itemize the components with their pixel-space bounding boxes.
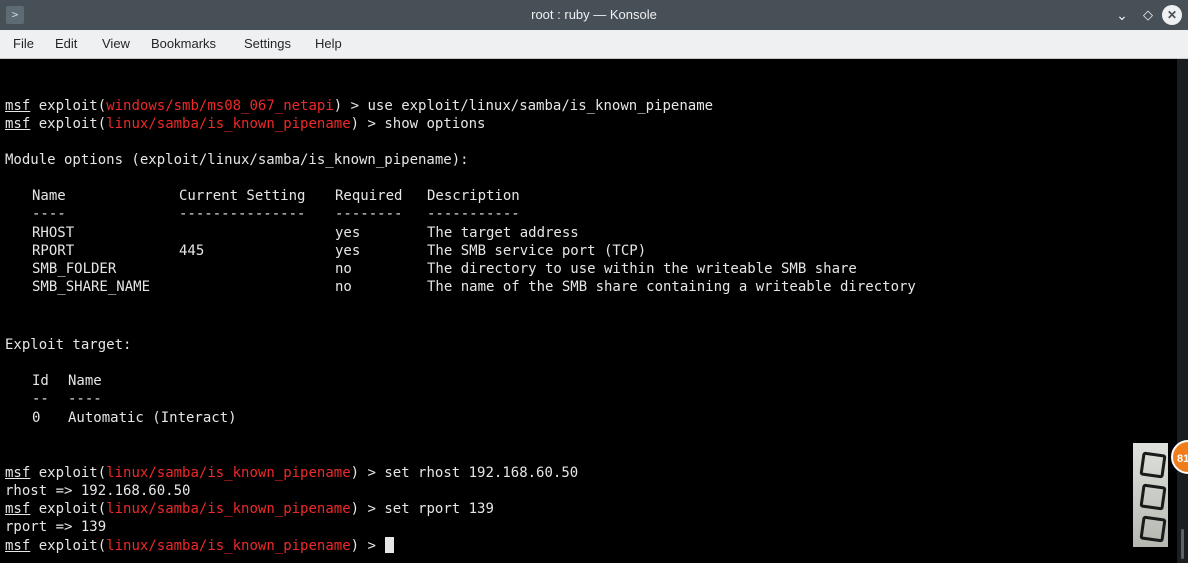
options-header-current-setting: Current Setting xyxy=(179,188,306,204)
option-name: SMB_SHARE_NAME xyxy=(32,279,151,295)
options-table-separator: ---- --------------- -------- ----------… xyxy=(5,205,520,223)
menu-file[interactable]: File xyxy=(13,30,34,58)
command-text: use exploit/linux/samba/is_known_pipenam… xyxy=(367,98,714,114)
calligraphy-mark xyxy=(1139,515,1167,543)
msf-prompt: msf xyxy=(5,465,31,481)
option-name: SMB_FOLDER xyxy=(32,261,117,277)
close-icon[interactable]: ✕ xyxy=(1162,5,1182,25)
prompt-line: msf exploit(linux/samba/is_known_pipenam… xyxy=(5,465,579,481)
calligraphy-mark xyxy=(1139,451,1167,479)
option-required: no xyxy=(335,261,352,277)
window-title: root : ruby — Konsole xyxy=(531,7,657,22)
menu-settings[interactable]: Settings xyxy=(244,30,291,58)
module-path: linux/samba/is_known_pipename xyxy=(106,538,351,554)
module-path: linux/samba/is_known_pipename xyxy=(106,465,351,481)
msf-prompt: msf xyxy=(5,98,31,114)
options-header-required: Required xyxy=(335,188,403,204)
command-output: rhost => 192.168.60.50 xyxy=(5,483,191,499)
option-name: RPORT xyxy=(32,243,75,259)
target-header-id: Id xyxy=(32,373,49,389)
prompt-line: msf exploit(linux/samba/is_known_pipenam… xyxy=(5,116,486,132)
option-description: The directory to use within the writeabl… xyxy=(427,261,857,277)
prompt-line: msf exploit(linux/samba/is_known_pipenam… xyxy=(5,501,494,517)
separator: ----------- xyxy=(427,206,520,222)
module-options-heading: Module options (exploit/linux/samba/is_k… xyxy=(5,152,469,168)
separator: -- xyxy=(32,391,49,407)
option-required: no xyxy=(335,279,352,295)
exploit-word: exploit xyxy=(38,116,98,132)
calligraphy-widget[interactable] xyxy=(1133,443,1168,547)
maximize-icon[interactable]: ◇ xyxy=(1138,5,1158,25)
scrollbar-thumb[interactable] xyxy=(1181,529,1184,559)
target-header-name: Name xyxy=(68,373,102,389)
options-header-name: Name xyxy=(32,188,66,204)
option-required: yes xyxy=(335,225,361,241)
command-output: rport => 139 xyxy=(5,519,107,535)
text-cursor xyxy=(385,537,395,553)
table-row: 0 Automatic (Interact) xyxy=(5,409,237,427)
options-table-header: Name Current Setting Required Descriptio… xyxy=(5,187,520,205)
terminal-scrollbar[interactable] xyxy=(1177,59,1188,563)
terminal-output[interactable]: msf exploit(windows/smb/ms08_067_netapi)… xyxy=(0,59,1177,563)
option-description: The name of the SMB share containing a w… xyxy=(427,279,916,295)
target-table-separator: -- ---- xyxy=(5,390,102,408)
option-current-setting: 445 xyxy=(179,243,205,259)
separator: ---- xyxy=(68,391,102,407)
options-header-description: Description xyxy=(427,188,520,204)
menu-help[interactable]: Help xyxy=(315,30,342,58)
exploit-word: exploit xyxy=(38,501,98,517)
exploit-word: exploit xyxy=(38,465,98,481)
module-path: windows/smb/ms08_067_netapi xyxy=(106,98,334,114)
module-path: linux/samba/is_known_pipename xyxy=(106,501,351,517)
table-row: SMB_FOLDER no The directory to use withi… xyxy=(5,260,857,278)
target-table-header: Id Name xyxy=(5,372,102,390)
option-name: RHOST xyxy=(32,225,75,241)
menu-edit[interactable]: Edit xyxy=(55,30,77,58)
menu-bookmarks[interactable]: Bookmarks xyxy=(151,30,216,58)
separator: --------------- xyxy=(179,206,306,222)
calligraphy-mark xyxy=(1139,483,1167,511)
option-description: The target address xyxy=(427,225,579,241)
table-row: RHOST yes The target address xyxy=(5,224,579,242)
exploit-target-heading: Exploit target: xyxy=(5,337,132,353)
menu-bar: File Edit View Bookmarks Settings Help xyxy=(0,30,1188,59)
table-row: RPORT 445 yes The SMB service port (TCP) xyxy=(5,242,646,260)
command-text: set rhost 192.168.60.50 xyxy=(384,465,579,481)
prompt-line: msf exploit(windows/smb/ms08_067_netapi)… xyxy=(5,98,714,114)
separator: -------- xyxy=(335,206,403,222)
table-row: SMB_SHARE_NAME no The name of the SMB sh… xyxy=(5,278,916,296)
msf-prompt: msf xyxy=(5,538,31,554)
exploit-word: exploit xyxy=(38,538,98,554)
minimize-icon[interactable]: ⌄ xyxy=(1112,5,1132,25)
exploit-word: exploit xyxy=(38,98,98,114)
active-prompt-line[interactable]: msf exploit(linux/samba/is_known_pipenam… xyxy=(5,537,395,555)
option-description: The SMB service port (TCP) xyxy=(427,243,647,259)
separator: ---- xyxy=(32,206,66,222)
target-name: Automatic (Interact) xyxy=(68,410,237,426)
menu-view[interactable]: View xyxy=(102,30,130,58)
msf-prompt: msf xyxy=(5,116,31,132)
command-text: set rport 139 xyxy=(384,501,494,517)
command-text: show options xyxy=(384,116,486,132)
msf-prompt: msf xyxy=(5,501,31,517)
title-bar: > root : ruby — Konsole ⌄ ◇ ✕ xyxy=(0,0,1188,30)
option-required: yes xyxy=(335,243,361,259)
target-id: 0 xyxy=(32,410,41,426)
module-path: linux/samba/is_known_pipename xyxy=(106,116,351,132)
